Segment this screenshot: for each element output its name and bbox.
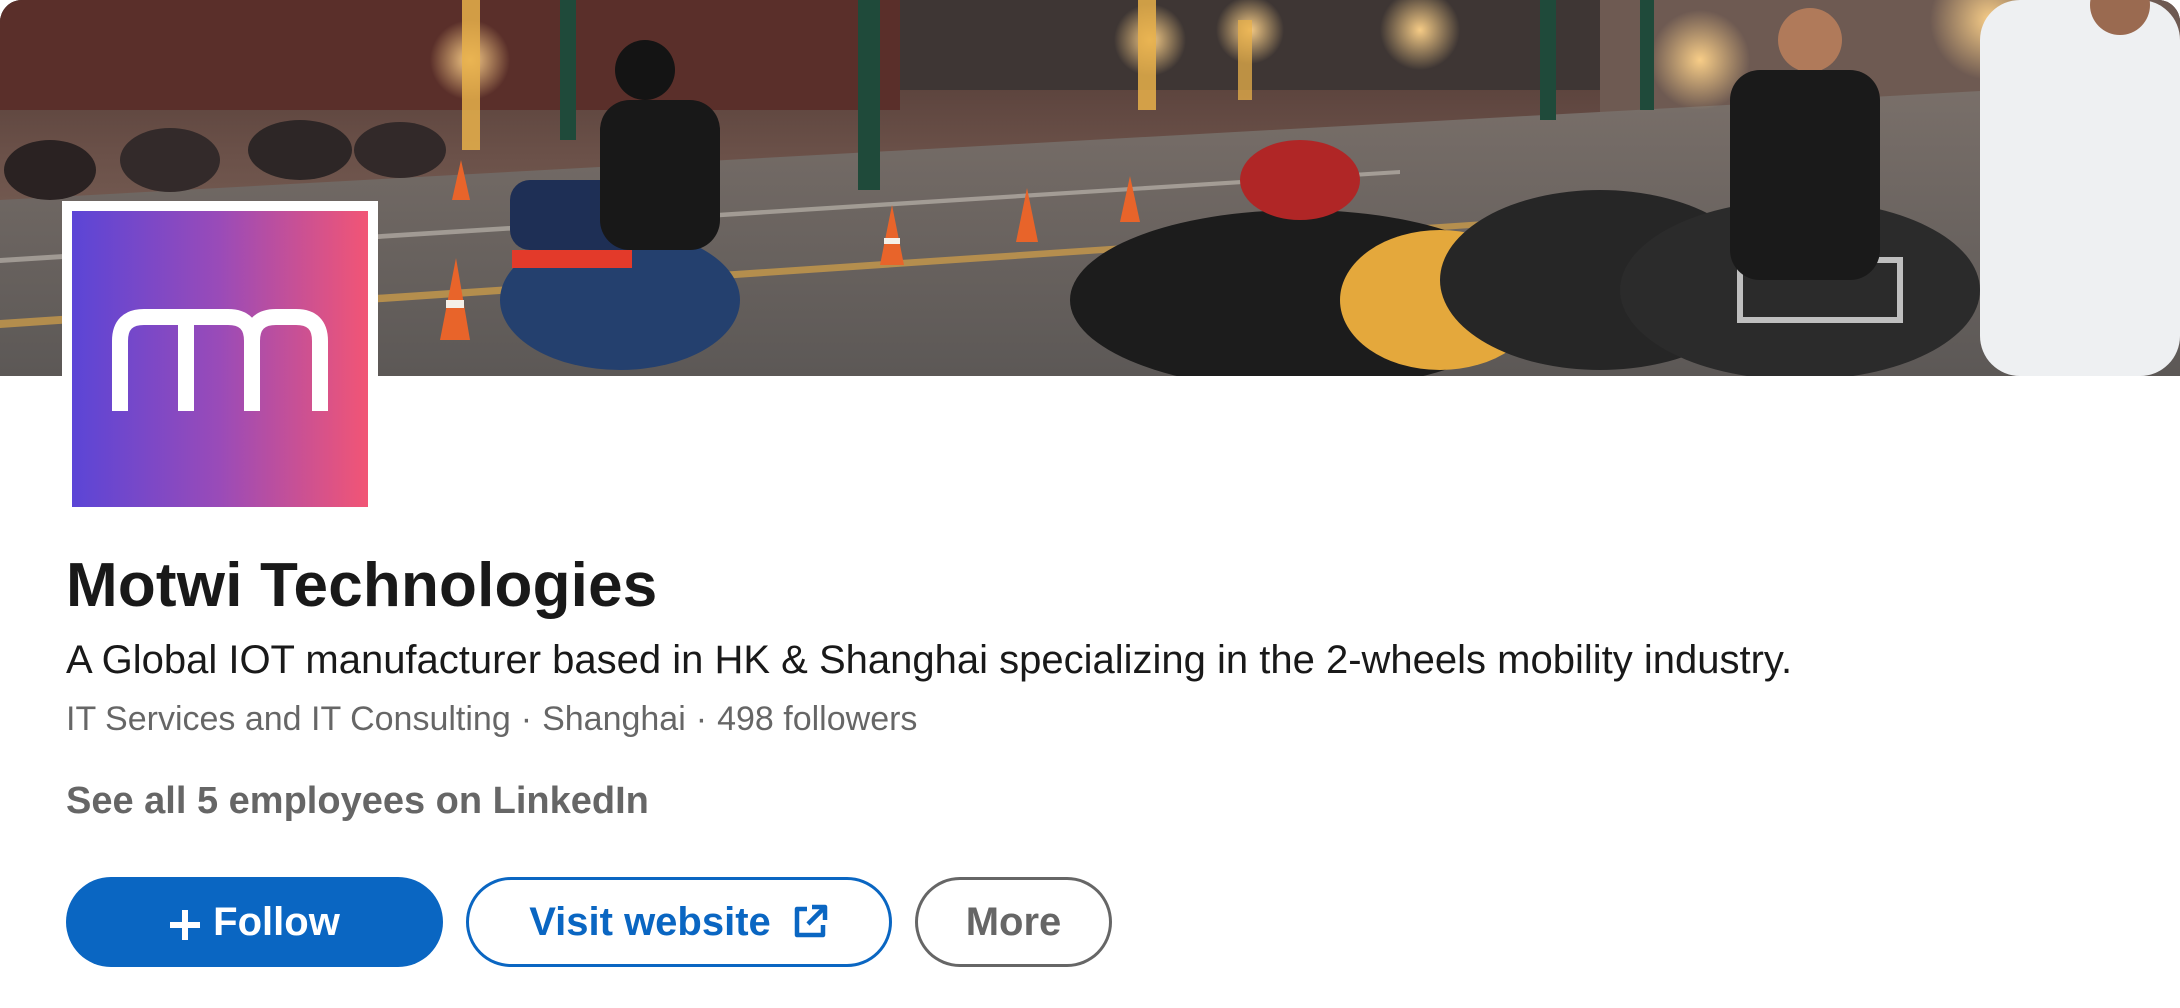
- company-followers[interactable]: 498 followers: [717, 700, 917, 738]
- company-tagline: A Global IOT manufacturer based in HK & …: [66, 638, 1793, 682]
- company-location: Shanghai: [542, 700, 686, 738]
- visit-website-label: Visit website: [529, 899, 771, 944]
- plus-icon: [169, 906, 201, 940]
- follow-button[interactable]: Follow: [66, 877, 443, 967]
- company-logo[interactable]: [62, 201, 378, 517]
- external-link-icon: [791, 903, 829, 941]
- company-name: Motwi Technologies: [66, 551, 658, 620]
- m-logo-icon: [72, 211, 368, 507]
- company-industry: IT Services and IT Consulting: [66, 700, 511, 738]
- meta-separator: ·: [520, 700, 533, 738]
- meta-separator: ·: [695, 700, 708, 738]
- company-meta: IT Services and IT Consulting · Shanghai · 4…: [66, 697, 917, 741]
- follow-label: Follow: [213, 899, 340, 944]
- more-button[interactable]: More: [915, 877, 1112, 967]
- company-profile-card: Motwi Technologies A Global IOT manufact…: [0, 0, 2180, 1008]
- visit-website-button[interactable]: Visit website: [466, 877, 892, 967]
- see-all-employees-link[interactable]: See all 5 employees on LinkedIn: [66, 776, 649, 826]
